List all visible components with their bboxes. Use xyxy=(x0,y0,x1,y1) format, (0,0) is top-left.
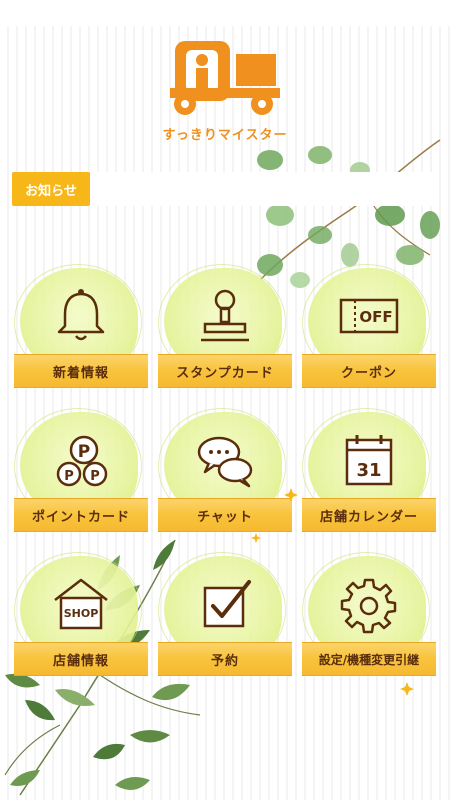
menu-tile-news[interactable]: 新着情報 xyxy=(14,264,148,403)
svg-text:31: 31 xyxy=(356,460,381,481)
status-bar xyxy=(0,0,450,26)
menu-label-stamp-card: スタンプカード xyxy=(158,354,292,388)
points-coins-icon: P P P xyxy=(56,435,108,487)
menu-label-point-card: ポイントカード xyxy=(14,498,148,532)
checkbox-icon xyxy=(203,580,251,628)
menu-label-reservation: 予約 xyxy=(158,642,292,676)
app-logo: すっきりマイスター xyxy=(150,36,300,146)
menu-tile-store-calendar[interactable]: 31 店舗カレンダー xyxy=(302,408,436,547)
shop-house-icon: SHOP xyxy=(54,578,108,630)
svg-text:P: P xyxy=(90,469,100,484)
menu-tile-coupon[interactable]: OFF クーポン xyxy=(302,264,436,403)
sparkle-icon xyxy=(400,682,414,696)
svg-text:P: P xyxy=(78,442,90,462)
menu-label-chat: チャット xyxy=(158,498,292,532)
menu-label-settings: 設定/機種変更引継 xyxy=(302,642,436,676)
gear-icon xyxy=(340,578,397,634)
sparkle-icon xyxy=(284,488,298,502)
brand-name: すっきりマイスター xyxy=(162,128,288,143)
svg-text:SHOP: SHOP xyxy=(64,607,99,620)
chat-bubbles-icon xyxy=(197,436,253,488)
calendar-icon: 31 xyxy=(345,435,393,486)
menu-label-coupon: クーポン xyxy=(302,354,436,388)
stamp-icon xyxy=(201,289,249,342)
menu-tile-chat[interactable]: チャット xyxy=(158,408,292,547)
coupon-off-icon: OFF xyxy=(339,298,399,334)
menu-tile-settings[interactable]: 設定/機種変更引継 xyxy=(302,552,436,691)
truck-logo-icon xyxy=(170,41,280,115)
sparkle-icon xyxy=(251,533,261,543)
svg-text:P: P xyxy=(64,469,74,484)
bell-icon xyxy=(57,289,105,341)
news-tab[interactable]: お知らせ xyxy=(12,172,90,206)
menu-tile-store-info[interactable]: SHOP 店舗情報 xyxy=(14,552,148,691)
news-bar[interactable] xyxy=(90,172,438,206)
menu-label-store-calendar: 店舗カレンダー xyxy=(302,498,436,532)
menu-tile-reservation[interactable]: 予約 xyxy=(158,552,292,691)
menu-tile-point-card[interactable]: P P P ポイントカード xyxy=(14,408,148,547)
menu-label-news: 新着情報 xyxy=(14,354,148,388)
menu-label-store-info: 店舗情報 xyxy=(14,642,148,676)
menu-tile-stamp-card[interactable]: スタンプカード xyxy=(158,264,292,403)
svg-text:OFF: OFF xyxy=(359,308,392,326)
